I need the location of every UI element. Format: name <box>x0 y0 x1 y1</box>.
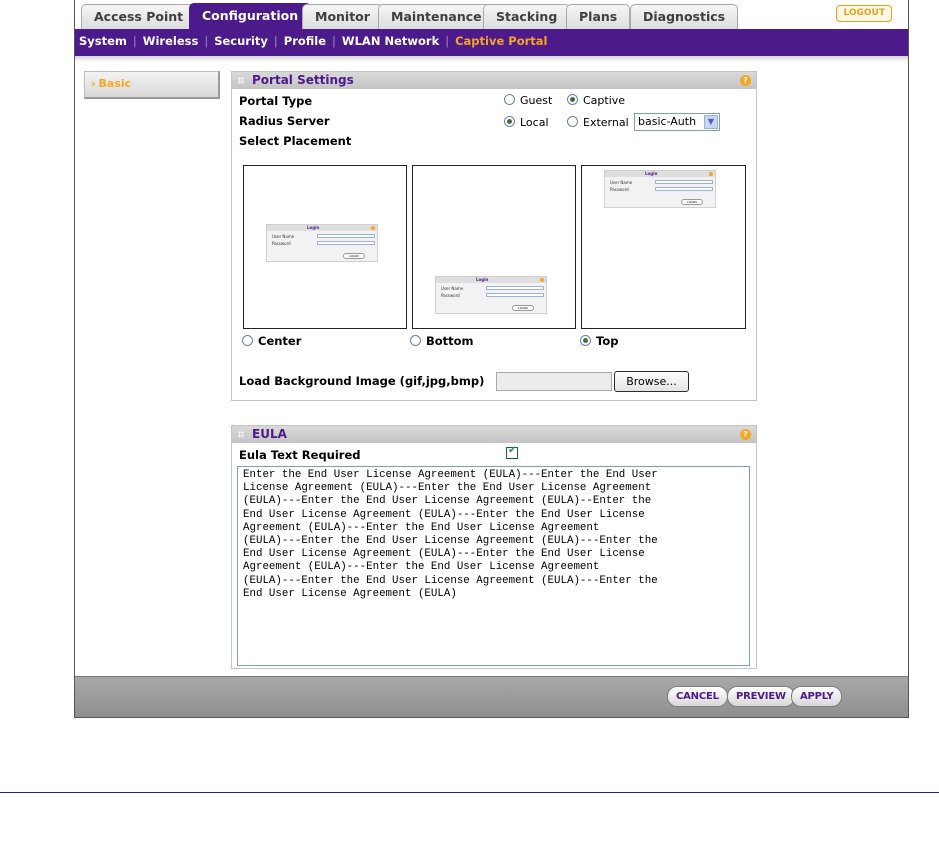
preview-user-label: User Name <box>610 180 633 185</box>
preview-pass-label: Password <box>610 187 629 192</box>
select-placement-label: Select Placement <box>239 134 352 148</box>
preview-user-field <box>486 286 544 290</box>
placement-center-preview[interactable]: Login User Name Password LOGIN <box>243 165 407 329</box>
preview-pass-field <box>317 241 375 245</box>
leftnav-item-basic[interactable]: › Basic <box>84 71 220 99</box>
subnav-separator: | <box>332 34 336 48</box>
help-icon[interactable]: ? <box>740 75 751 86</box>
help-icon[interactable]: ? <box>740 429 751 440</box>
portal-type-label: Portal Type <box>239 94 313 108</box>
background-image-label: Load Background Image (gif,jpg,bmp) <box>239 374 485 388</box>
subnav-separator: | <box>445 34 450 48</box>
preview-login-button: LOGIN <box>512 305 534 311</box>
subnav-security[interactable]: Security <box>214 34 268 48</box>
radius-server-label: Radius Server <box>239 114 330 128</box>
sub-navigation: System | Wireless | Security | Profile | WLAN Ne… <box>75 29 908 56</box>
placement-top-preview[interactable]: Login User Name Password LOGIN <box>581 165 746 329</box>
subnav-separator: | <box>132 34 137 48</box>
app-frame: Access Point Configuration Monitor Maint… <box>74 0 909 718</box>
select-value: basic-Auth <box>638 115 697 128</box>
subnav-shadow <box>75 56 908 62</box>
radio-external[interactable] <box>567 116 578 127</box>
chevron-down-icon: ▼ <box>704 115 718 129</box>
preview-login-button: LOGIN <box>343 253 365 259</box>
chevron-right-icon: › <box>91 77 96 90</box>
subnav-captive-portal[interactable]: Captive Portal <box>455 34 547 48</box>
preview-button[interactable]: PREVIEW <box>727 686 795 707</box>
radius-local-option[interactable]: Local <box>504 116 549 129</box>
option-label: Captive <box>583 94 626 107</box>
subnav-wlan-network[interactable]: WLAN Network <box>342 34 439 48</box>
radio-guest[interactable] <box>504 94 515 105</box>
placement-center-option[interactable]: Center <box>242 334 301 348</box>
subnav-profile[interactable]: Profile <box>284 34 326 48</box>
radio-bottom[interactable] <box>410 335 421 346</box>
radio-top[interactable] <box>580 335 591 346</box>
option-label: Local <box>520 116 549 129</box>
portal-type-guest-option[interactable]: Guest <box>504 94 552 107</box>
login-preview: Login User Name Password LOGIN <box>435 276 547 314</box>
panel-title: EULA <box>252 427 287 441</box>
preview-pass-field <box>486 293 544 297</box>
option-label: Top <box>596 334 619 348</box>
eula-required-label: Eula Text Required <box>239 448 361 462</box>
preview-user-label: User Name <box>441 286 464 291</box>
preview-pass-label: Password <box>272 241 291 246</box>
option-label: External <box>583 116 629 129</box>
page-divider <box>0 792 939 793</box>
option-label: Guest <box>520 94 553 107</box>
radius-server-select[interactable]: basic-Auth ▼ <box>634 113 720 131</box>
eula-panel: EULA ? Eula Text Required Enter the End … <box>231 425 757 669</box>
radio-center[interactable] <box>242 335 253 346</box>
preview-title: Login <box>307 225 320 230</box>
background-image-file-input[interactable] <box>496 372 612 391</box>
tab-maintenance[interactable]: Maintenance <box>378 4 495 29</box>
browse-button[interactable]: Browse... <box>614 371 689 392</box>
radio-captive[interactable] <box>567 94 578 105</box>
tab-access-point[interactable]: Access Point <box>81 4 197 29</box>
leftnav-item-label: Basic <box>98 77 132 90</box>
grip-icon <box>238 431 244 438</box>
preview-login-button: LOGIN <box>681 199 703 205</box>
placement-bottom-option[interactable]: Bottom <box>410 334 474 348</box>
subnav-separator: | <box>273 34 278 48</box>
panel-title: Portal Settings <box>252 73 354 87</box>
eula-textarea[interactable]: Enter the End User License Agreement (EU… <box>237 466 750 666</box>
placement-top-option[interactable]: Top <box>580 334 618 348</box>
placement-bottom-preview[interactable]: Login User Name Password LOGIN <box>412 165 576 329</box>
option-label: Bottom <box>426 334 474 348</box>
tab-diagnostics[interactable]: Diagnostics <box>630 4 739 29</box>
preview-title: Login <box>476 277 489 282</box>
preview-pass-field <box>655 187 713 191</box>
portal-settings-panel: Portal Settings ? Portal Type Guest Capt… <box>231 71 757 401</box>
grip-icon <box>238 77 244 84</box>
preview-pass-label: Password <box>441 293 460 298</box>
tab-plans[interactable]: Plans <box>566 4 631 29</box>
subnav-system[interactable]: System <box>79 34 127 48</box>
preview-user-label: User Name <box>272 234 295 239</box>
tab-configuration[interactable]: Configuration <box>189 3 312 29</box>
preview-user-field <box>655 180 713 184</box>
login-preview: Login User Name Password LOGIN <box>604 170 716 208</box>
preview-title: Login <box>645 171 658 176</box>
preview-user-field <box>317 234 375 238</box>
subnav-separator: | <box>204 34 209 48</box>
apply-button[interactable]: APPLY <box>791 686 843 707</box>
panel-header: EULA ? <box>232 426 756 443</box>
eula-required-checkbox[interactable] <box>506 445 518 459</box>
radius-external-option[interactable]: External <box>567 116 629 129</box>
logout-button[interactable]: LOGOUT <box>836 5 892 22</box>
login-preview: Login User Name Password LOGIN <box>266 224 378 262</box>
tab-stacking[interactable]: Stacking <box>483 4 571 29</box>
panel-header: Portal Settings ? <box>232 72 756 89</box>
main-tab-bar: Access Point Configuration Monitor Maint… <box>75 0 908 29</box>
cancel-button[interactable]: CANCEL <box>667 686 728 707</box>
tab-monitor[interactable]: Monitor <box>302 4 383 29</box>
action-footer: CANCEL PREVIEW APPLY <box>75 676 908 717</box>
subnav-wireless[interactable]: Wireless <box>143 34 199 48</box>
radio-local[interactable] <box>504 116 515 127</box>
option-label: Center <box>258 334 302 348</box>
portal-type-captive-option[interactable]: Captive <box>567 94 625 107</box>
